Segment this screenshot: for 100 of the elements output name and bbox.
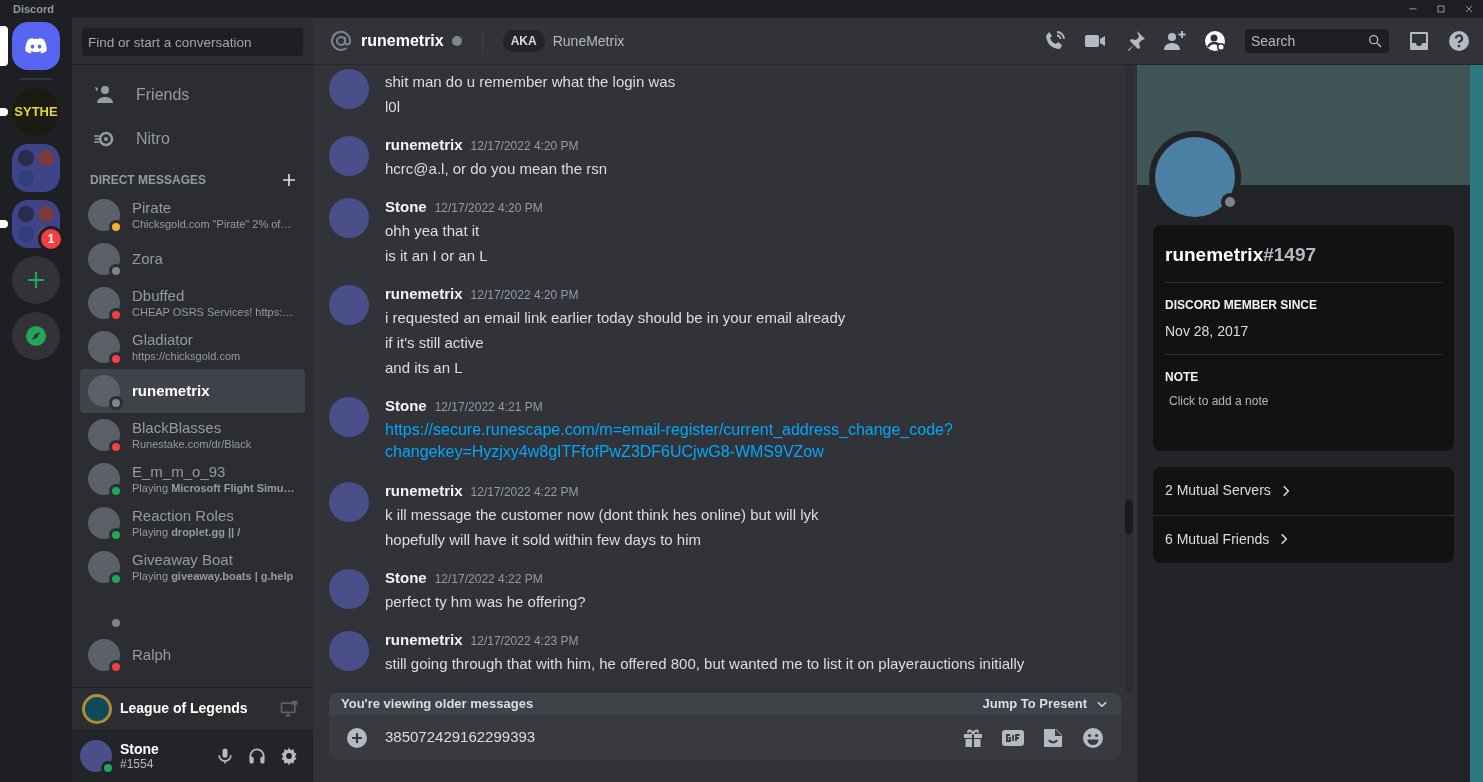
game-name: League of Legends bbox=[120, 699, 248, 718]
user-tag: #1554 bbox=[120, 756, 159, 771]
jump-to-present-button[interactable]: Jump To Present bbox=[982, 694, 1109, 714]
message-link[interactable]: https://secure.runescape.com/m=email-register/current_address_change_code?changekey=Hyzjxy4w8gITFfofPwZ3DF6UCjwG8-WMS9VZow bbox=[385, 417, 1025, 465]
smiley-icon bbox=[1081, 725, 1105, 750]
avatar bbox=[329, 136, 369, 176]
conversation-item[interactable]: Ralph bbox=[80, 633, 305, 677]
conversation-item[interactable]: Gladiator https://chicksgold.com bbox=[80, 325, 305, 369]
game-logo bbox=[82, 693, 112, 724]
activity-text: https://chicksgold.com bbox=[132, 349, 241, 363]
author-name: runemetrix bbox=[385, 481, 463, 501]
message-text: hcrc@a.l, or do you mean the rsn bbox=[385, 159, 608, 179]
user-name: Stone bbox=[120, 740, 159, 757]
timestamp: 12/17/2022 4:21 PM bbox=[434, 399, 543, 416]
message-text: and its an L bbox=[385, 358, 464, 378]
field-label: DISCORD MEMBER SINCE bbox=[1165, 296, 1318, 314]
conversation-item[interactable]: BlackBlasses Runestake.com/dr/Black bbox=[80, 413, 305, 457]
message-text: k ill message the customer now (dont think hes online) but will lyk bbox=[385, 505, 820, 525]
user-name: Reaction Roles bbox=[132, 507, 235, 525]
add-server-button[interactable] bbox=[12, 256, 60, 304]
message-text: i requested an email link earlier today should be in your email already bbox=[385, 308, 847, 328]
inbox-icon bbox=[1407, 29, 1431, 53]
profile-username: runemetrix#1497 bbox=[1165, 237, 1442, 283]
channel-name: runemetrix bbox=[361, 31, 444, 51]
close-icon bbox=[1463, 3, 1475, 15]
user-name: BlackBlasses bbox=[132, 419, 223, 437]
avatar bbox=[329, 285, 369, 325]
message-text: shit man do u remember what the login was bbox=[385, 72, 677, 92]
conversation-item[interactable]: Zora bbox=[80, 237, 305, 281]
author-name: runemetrix bbox=[385, 630, 463, 650]
message-text: still going through that with him, he offered 800, but wanted me to list it on playerauctions initially bbox=[385, 654, 1026, 674]
mutual-list-button[interactable]: 2 Mutual Servers bbox=[1153, 466, 1454, 515]
activity-text: Chicksgold.com "Pirate" 2% of… bbox=[132, 217, 292, 231]
timestamp: 12/17/2022 4:20 PM bbox=[434, 200, 543, 217]
older-messages-notice: You're viewing older messages bbox=[341, 695, 534, 714]
conversation-item[interactable]: Giveaway Boat Playing giveaway.boats | g.help bbox=[80, 545, 305, 589]
message-text: is it an I or an L bbox=[385, 246, 489, 266]
note-field[interactable]: Click to add a note bbox=[1165, 387, 1442, 428]
activity-text: CHEAP OSRS Services! https:… bbox=[132, 305, 294, 319]
conversation-search-field[interactable]: Find or start a conversation bbox=[82, 28, 303, 56]
settings-icon bbox=[279, 745, 299, 766]
avatar bbox=[329, 69, 369, 109]
scrollbar-thumb[interactable] bbox=[1125, 500, 1133, 534]
help-icon bbox=[1447, 29, 1471, 53]
conversation-item[interactable]: Reaction Roles Playing droplet.gg || / bbox=[80, 501, 305, 545]
compass-icon bbox=[24, 324, 48, 348]
avatar bbox=[329, 569, 369, 609]
nitro-nav-item[interactable]: Nitro bbox=[80, 117, 305, 161]
user-name: E_m_m_o_93 bbox=[132, 463, 227, 481]
timestamp: 12/17/2022 4:20 PM bbox=[470, 138, 579, 155]
message-text: perfect ty hm was he offering? bbox=[385, 592, 587, 612]
user-name: Giveaway Boat bbox=[132, 551, 234, 569]
author-name: Stone bbox=[385, 197, 427, 217]
user-name: Gladiator bbox=[132, 331, 194, 349]
home-button[interactable] bbox=[12, 22, 60, 70]
conversation-item[interactable]: runemetrix bbox=[80, 369, 305, 413]
avatar bbox=[329, 198, 369, 238]
activity-text: Playing droplet.gg || / bbox=[132, 525, 241, 539]
activity-text: Playing Microsoft Flight Simu… bbox=[132, 481, 295, 495]
user-name: Dbuffed bbox=[132, 287, 186, 305]
avatar bbox=[329, 397, 369, 437]
user-name: Ralph bbox=[132, 646, 172, 664]
section-heading: DIRECT MESSAGES bbox=[90, 172, 206, 189]
author-name: Stone bbox=[385, 396, 427, 416]
member-since-date: Nov 28, 2017 bbox=[1165, 320, 1442, 355]
user-name: runemetrix bbox=[132, 382, 210, 400]
message-input-field[interactable]: 385072429162299393 bbox=[385, 726, 945, 749]
add-person-icon bbox=[1163, 29, 1187, 53]
avatar bbox=[329, 631, 369, 671]
conversation-item[interactable]: Dbuffed CHEAP OSRS Services! https:… bbox=[80, 281, 305, 325]
message-text: l0l bbox=[385, 97, 401, 117]
mutual-list-button[interactable]: 6 Mutual Friends bbox=[1153, 514, 1454, 563]
notification-badge: 1 bbox=[38, 226, 64, 252]
user-name: Zora bbox=[132, 250, 163, 268]
user-name: Pirate bbox=[132, 199, 173, 217]
author-name: runemetrix bbox=[385, 135, 463, 155]
field-label: NOTE bbox=[1165, 368, 1200, 386]
person-circle-icon bbox=[1203, 29, 1227, 53]
message-text: hopefully will have it sold within few days to him bbox=[385, 530, 702, 550]
server-icon[interactable]: SYTHE bbox=[12, 88, 60, 136]
message-composer[interactable]: 385072429162299393 bbox=[329, 715, 1121, 760]
plus-icon[interactable] bbox=[281, 172, 297, 188]
server-folder[interactable]: 1 bbox=[12, 200, 60, 248]
message-text: if it's still active bbox=[385, 333, 485, 353]
activity-text: Playing giveaway.boats | g.help bbox=[132, 569, 294, 583]
aka-label: AKA bbox=[502, 30, 545, 52]
activity-text: Runestake.com/dr/Black bbox=[132, 437, 252, 451]
timestamp: 12/17/2022 4:20 PM bbox=[470, 287, 579, 304]
timestamp: 12/17/2022 4:22 PM bbox=[470, 484, 579, 501]
friends-nav-item[interactable]: Friends bbox=[80, 73, 305, 117]
headphones-icon bbox=[247, 745, 267, 766]
search-icon bbox=[1367, 33, 1383, 49]
timestamp: 12/17/2022 4:22 PM bbox=[434, 571, 543, 588]
explore-button[interactable] bbox=[12, 312, 60, 360]
conversation-item[interactable]: Pirate Chicksgold.com "Pirate" 2% of… bbox=[80, 193, 305, 237]
monitor-icon bbox=[279, 698, 299, 719]
conversation-item[interactable]: E_m_m_o_93 Playing Microsoft Flight Simu… bbox=[80, 457, 305, 501]
maximize-icon bbox=[1435, 3, 1447, 15]
search-field[interactable]: Search bbox=[1245, 29, 1389, 53]
avatar bbox=[329, 482, 369, 522]
